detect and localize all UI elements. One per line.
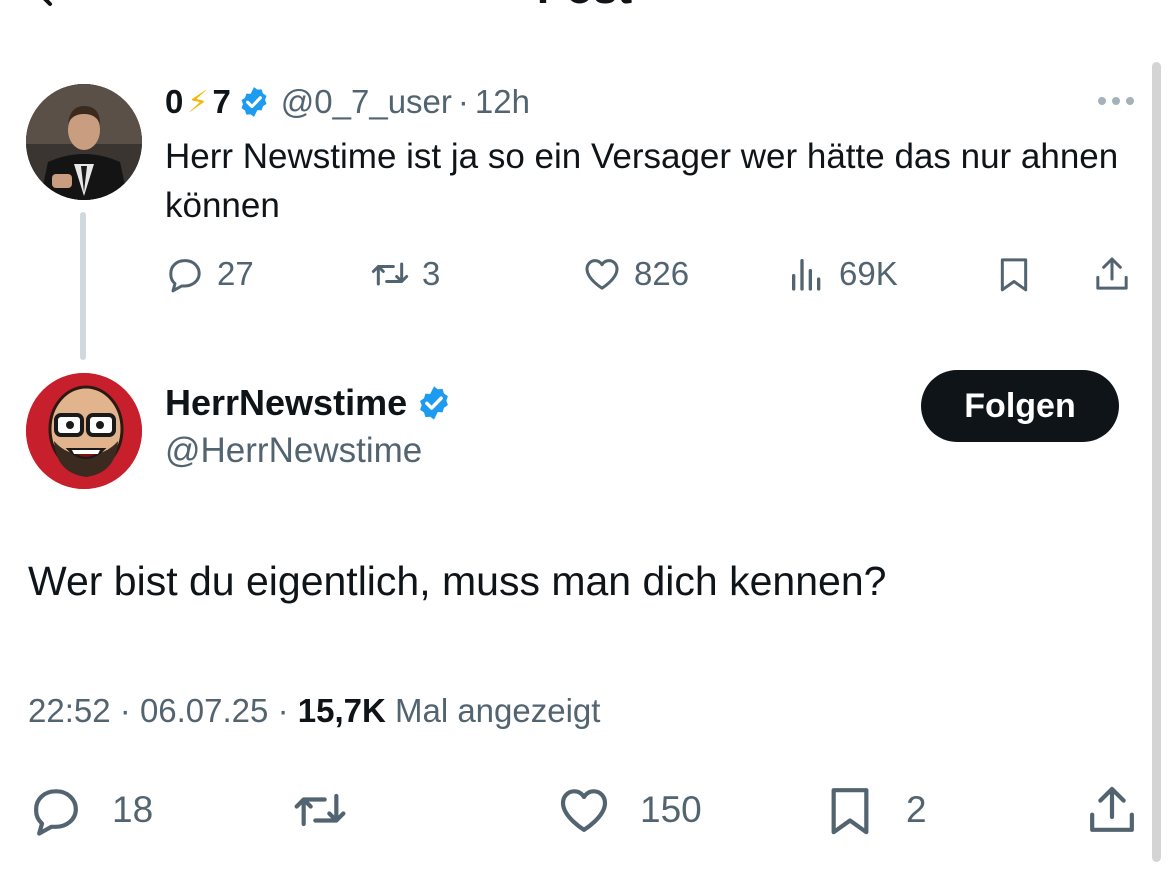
like-count: 826 [634, 255, 690, 292]
separator: · [119, 692, 131, 729]
like-button[interactable]: 826 [582, 254, 689, 294]
timestamp[interactable]: 12h [475, 83, 530, 121]
display-name[interactable]: 0 ⚡ 7 [165, 83, 271, 121]
views-icon [792, 259, 821, 291]
display-name[interactable]: HerrNewstime [165, 382, 453, 424]
tweet-date[interactable]: 06.07.25 [140, 692, 268, 729]
heart-icon [560, 789, 608, 832]
like-count: 150 [640, 789, 702, 830]
handle[interactable]: @0_7_user [281, 83, 452, 121]
lightning-emoji: ⚡ [187, 85, 209, 119]
tweet-meta: 22:52 · 06.07.25 · 15,7K Mal angezeigt [28, 692, 600, 730]
reply-button[interactable]: 27 [165, 254, 254, 294]
bookmark-icon [831, 788, 869, 835]
views-button[interactable]: 69K [787, 254, 898, 294]
scrollbar[interactable] [1152, 62, 1161, 862]
share-icon [1090, 786, 1134, 832]
views-label: Mal angezeigt [394, 692, 601, 729]
views-count: 69K [839, 255, 898, 292]
avatar[interactable] [26, 84, 142, 200]
reply-icon [169, 259, 201, 293]
avatar[interactable] [26, 373, 142, 489]
display-name-part: 7 [212, 83, 231, 120]
like-button[interactable]: 150 [556, 782, 702, 838]
bookmark-button[interactable] [994, 254, 1034, 294]
share-icon [1096, 257, 1128, 290]
tweet-text: Wer bist du eigentlich, muss man dich ke… [28, 558, 887, 604]
reply-icon [34, 789, 78, 836]
bookmark-icon [1000, 258, 1028, 292]
display-name-part: 0 [165, 83, 184, 120]
thread-line [80, 212, 86, 360]
display-name-text: HerrNewstime [165, 382, 408, 423]
bookmark-button[interactable]: 2 [822, 782, 927, 838]
separator: · [277, 692, 289, 729]
avatar-image [26, 373, 142, 489]
repost-icon [294, 793, 346, 827]
heart-icon [585, 259, 619, 290]
views-count[interactable]: 15,7K [298, 692, 386, 729]
repost-button[interactable] [292, 782, 348, 838]
reply-count: 18 [112, 789, 154, 830]
reply-button[interactable]: 18 [28, 782, 153, 838]
bookmark-count: 2 [906, 789, 927, 830]
tweet-header: 0 ⚡ 7 @0_7_user · 12h [165, 78, 530, 126]
share-button[interactable] [1092, 254, 1132, 294]
avatar-image [26, 84, 142, 200]
repost-count: 3 [422, 255, 441, 292]
more-options-icon[interactable] [1094, 91, 1138, 111]
arrow-left-icon[interactable] [36, 0, 66, 10]
tweet-time[interactable]: 22:52 [28, 692, 111, 729]
follow-button[interactable]: Folgen [921, 370, 1119, 442]
repost-icon [371, 262, 409, 286]
verified-badge-icon [241, 87, 267, 117]
repost-button[interactable]: 3 [370, 254, 440, 294]
reply-count: 27 [217, 255, 254, 292]
verified-badge-icon [420, 386, 449, 420]
page-title: Post [0, 0, 1169, 14]
separator: · [457, 83, 469, 120]
share-button[interactable] [1084, 782, 1140, 838]
handle[interactable]: @HerrNewstime [165, 431, 422, 471]
tweet-text: Herr Newstime ist ja so ein Versager wer… [165, 137, 1119, 225]
